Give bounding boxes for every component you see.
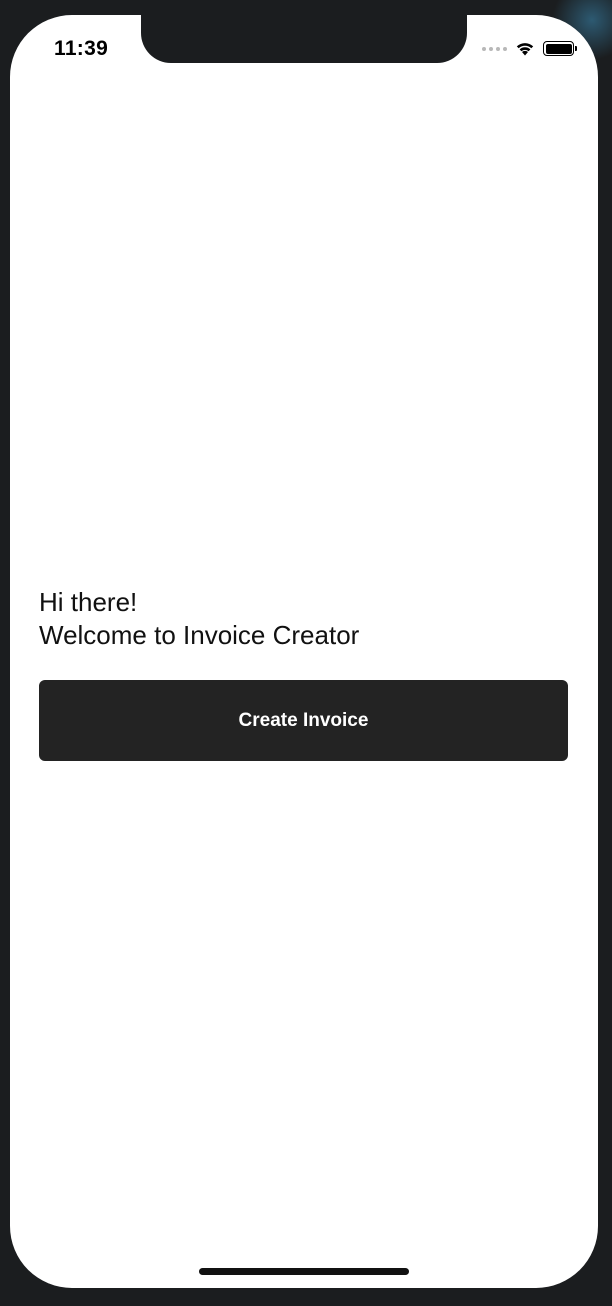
- create-invoice-button[interactable]: Create Invoice: [39, 680, 568, 761]
- cellular-signal-icon: [482, 46, 507, 51]
- battery-icon: [543, 41, 577, 56]
- welcome-message: Hi there! Welcome to Invoice Creator: [39, 586, 359, 652]
- home-indicator[interactable]: [199, 1268, 409, 1275]
- welcome-title: Welcome to Invoice Creator: [39, 620, 360, 650]
- app-screen: 11:39 Hi there! Welcome to Invoice Creat…: [10, 15, 598, 1288]
- device-frame: 11:39 Hi there! Welcome to Invoice Creat…: [0, 0, 612, 1306]
- wifi-icon: [516, 43, 534, 56]
- greeting-line: Hi there!: [39, 587, 138, 617]
- device-notch: [141, 15, 467, 63]
- status-time: 11:39: [54, 37, 109, 60]
- status-icons: [482, 41, 577, 56]
